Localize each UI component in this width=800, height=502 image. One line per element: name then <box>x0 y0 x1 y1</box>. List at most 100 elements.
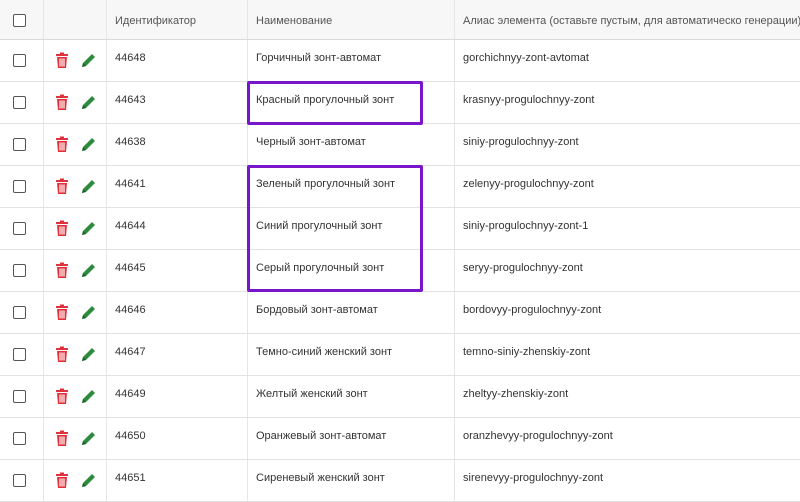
row-id: 44651 <box>115 472 146 484</box>
header-name-label: Наименование <box>256 15 333 27</box>
row-checkbox[interactable] <box>13 180 26 193</box>
row-checkbox[interactable] <box>13 348 26 361</box>
trash-icon[interactable] <box>52 386 72 406</box>
row-alias: sirenevyy-progulochnyy-zont <box>463 472 604 484</box>
row-actions-cell <box>44 250 107 291</box>
pencil-icon[interactable] <box>78 470 98 490</box>
row-select-cell <box>0 208 44 249</box>
row-name-cell[interactable]: Черный зонт-автомат <box>248 124 455 165</box>
table-row: 44646 Бордовый зонт-автомат bordovyy-progu… <box>0 292 800 334</box>
pencil-icon[interactable] <box>78 260 98 280</box>
select-all-checkbox[interactable] <box>13 14 26 27</box>
header-id-cell[interactable]: Идентификатор <box>107 0 248 39</box>
trash-icon[interactable] <box>52 176 72 196</box>
row-name-cell[interactable]: Темно-синий женский зонт <box>248 334 455 375</box>
row-checkbox[interactable] <box>13 96 26 109</box>
row-select-cell <box>0 124 44 165</box>
row-select-cell <box>0 40 44 81</box>
trash-icon[interactable] <box>52 260 72 280</box>
row-select-cell <box>0 250 44 291</box>
row-name: Оранжевый зонт-автомат <box>256 430 387 442</box>
row-alias-cell[interactable]: siniy-progulochnyy-zont <box>455 124 800 165</box>
trash-icon[interactable] <box>52 92 72 112</box>
row-id: 44638 <box>115 136 146 148</box>
pencil-icon[interactable] <box>78 386 98 406</box>
row-name-cell[interactable]: Оранжевый зонт-автомат <box>248 418 455 459</box>
row-alias: gorchichnyy-zont-avtomat <box>463 52 589 64</box>
row-alias: krasnyy-progulochnyy-zont <box>463 94 595 106</box>
row-id-cell: 44638 <box>107 124 248 165</box>
row-id: 44647 <box>115 346 146 358</box>
trash-icon[interactable] <box>52 302 72 322</box>
row-alias-cell[interactable]: seryy-progulochnyy-zont <box>455 250 800 291</box>
row-select-cell <box>0 418 44 459</box>
row-actions-cell <box>44 418 107 459</box>
row-alias-cell[interactable]: zelenyy-progulochnyy-zont <box>455 166 800 207</box>
row-id-cell: 44646 <box>107 292 248 333</box>
row-name-cell[interactable]: Желтый женский зонт <box>248 376 455 417</box>
row-name: Горчичный зонт-автомат <box>256 52 382 64</box>
header-id-label: Идентификатор <box>115 15 196 27</box>
row-id: 44648 <box>115 52 146 64</box>
row-name-cell[interactable]: Бордовый зонт-автомат <box>248 292 455 333</box>
row-alias: zheltyy-zhenskiy-zont <box>463 388 569 400</box>
row-checkbox[interactable] <box>13 138 26 151</box>
trash-icon[interactable] <box>52 134 72 154</box>
header-alias-label: Алиас элемента (оставьте пустым, для авт… <box>463 15 800 27</box>
row-alias: bordovyy-progulochnyy-zont <box>463 304 602 316</box>
row-id-cell: 44650 <box>107 418 248 459</box>
row-alias-cell[interactable]: oranzhevyy-progulochnyy-zont <box>455 418 800 459</box>
row-checkbox[interactable] <box>13 264 26 277</box>
row-name: Сиреневый женский зонт <box>256 472 385 484</box>
table-row: 44650 Оранжевый зонт-автомат oranzhevyy-pr… <box>0 418 800 460</box>
pencil-icon[interactable] <box>78 344 98 364</box>
row-alias-cell[interactable]: temno-siniy-zhenskiy-zont <box>455 334 800 375</box>
row-checkbox[interactable] <box>13 390 26 403</box>
pencil-icon[interactable] <box>78 92 98 112</box>
row-name-cell[interactable]: Горчичный зонт-автомат <box>248 40 455 81</box>
table-row: 44649 Желтый женский зонт zheltyy-zhenskiy… <box>0 376 800 418</box>
row-alias: siniy-progulochnyy-zont-1 <box>463 220 589 232</box>
header-name-cell[interactable]: Наименование <box>248 0 455 39</box>
row-select-cell <box>0 334 44 375</box>
row-select-cell <box>0 292 44 333</box>
trash-icon[interactable] <box>52 344 72 364</box>
pencil-icon[interactable] <box>78 176 98 196</box>
row-id-cell: 44645 <box>107 250 248 291</box>
row-actions-cell <box>44 334 107 375</box>
row-id: 44644 <box>115 220 146 232</box>
trash-icon[interactable] <box>52 470 72 490</box>
row-alias-cell[interactable]: siniy-progulochnyy-zont-1 <box>455 208 800 249</box>
row-checkbox[interactable] <box>13 306 26 319</box>
row-name: Желтый женский зонт <box>256 388 368 400</box>
table-row: 44647 Темно-синий женский зонт temno-siniy… <box>0 334 800 376</box>
row-checkbox[interactable] <box>13 54 26 67</box>
row-alias-cell[interactable]: zheltyy-zhenskiy-zont <box>455 376 800 417</box>
table-row: 44648 Горчичный зонт-автомат gorchichnyy-z… <box>0 40 800 82</box>
row-checkbox[interactable] <box>13 474 26 487</box>
pencil-icon[interactable] <box>78 218 98 238</box>
table-row: 44638 Черный зонт-автомат siniy-progulochn… <box>0 124 800 166</box>
row-actions-cell <box>44 82 107 123</box>
row-alias-cell[interactable]: gorchichnyy-zont-avtomat <box>455 40 800 81</box>
row-checkbox[interactable] <box>13 432 26 445</box>
pencil-icon[interactable] <box>78 50 98 70</box>
row-checkbox[interactable] <box>13 222 26 235</box>
row-select-cell <box>0 82 44 123</box>
trash-icon[interactable] <box>52 428 72 448</box>
row-id: 44649 <box>115 388 146 400</box>
row-id-cell: 44648 <box>107 40 248 81</box>
row-alias: seryy-progulochnyy-zont <box>463 262 583 274</box>
trash-icon[interactable] <box>52 218 72 238</box>
trash-icon[interactable] <box>52 50 72 70</box>
pencil-icon[interactable] <box>78 302 98 322</box>
row-id-cell: 44643 <box>107 82 248 123</box>
row-id-cell: 44641 <box>107 166 248 207</box>
row-id: 44643 <box>115 94 146 106</box>
pencil-icon[interactable] <box>78 428 98 448</box>
row-alias-cell[interactable]: bordovyy-progulochnyy-zont <box>455 292 800 333</box>
header-alias-cell[interactable]: Алиас элемента (оставьте пустым, для авт… <box>455 0 800 39</box>
row-id-cell: 44649 <box>107 376 248 417</box>
pencil-icon[interactable] <box>78 134 98 154</box>
row-alias-cell[interactable]: krasnyy-progulochnyy-zont <box>455 82 800 123</box>
